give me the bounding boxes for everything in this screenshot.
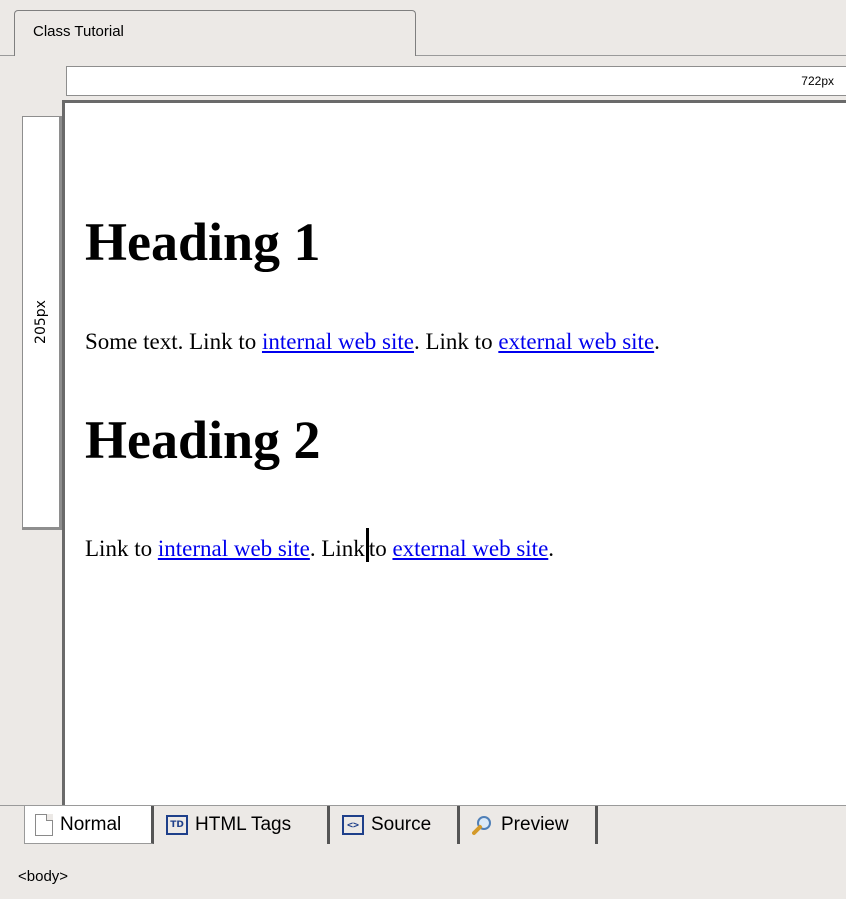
- external-link-1[interactable]: external web site: [498, 329, 654, 354]
- status-bar: <body>: [0, 852, 846, 899]
- paragraph-2-text-a: Link to: [85, 536, 158, 561]
- magnifier-icon: [472, 816, 491, 835]
- paragraph-1-text-a: Some text. Link to: [85, 329, 262, 354]
- height-label: 205px: [33, 300, 49, 344]
- paragraph-1[interactable]: Some text. Link to internal web site. Li…: [85, 329, 660, 355]
- paragraph-2-text-d: .: [548, 536, 555, 561]
- document-tab-title: Class Tutorial: [33, 23, 124, 40]
- internal-link-1[interactable]: internal web site: [262, 329, 414, 354]
- source-code-icon: <>: [342, 815, 364, 835]
- tab-source[interactable]: <> Source: [332, 806, 460, 844]
- external-link-2[interactable]: external web site: [392, 536, 548, 561]
- tab-normal-label: Normal: [60, 813, 122, 835]
- paragraph-2-text-b: . Link: [309, 536, 365, 561]
- tab-preview-label: Preview: [501, 814, 569, 835]
- paragraph-2[interactable]: Link to internal web site. Link to extern…: [85, 528, 554, 562]
- tab-html-tags[interactable]: TD HTML Tags: [156, 806, 330, 844]
- vertical-ruler[interactable]: 205px: [22, 116, 62, 530]
- paragraph-2-text-c: to: [368, 536, 393, 561]
- paragraph-1-text-c: .: [654, 329, 660, 354]
- width-label: 722px: [801, 74, 834, 88]
- document-tab-strip: Class Tutorial: [0, 0, 846, 56]
- tag-path[interactable]: <body>: [18, 868, 68, 885]
- heading-2[interactable]: Heading 2: [85, 409, 321, 471]
- view-mode-tabs: Normal TD HTML Tags <> Source Preview: [0, 805, 846, 849]
- tab-preview[interactable]: Preview: [462, 806, 598, 844]
- page-icon: [35, 813, 53, 836]
- horizontal-ruler[interactable]: 722px: [66, 66, 846, 96]
- design-editor[interactable]: Heading 1 Some text. Link to internal we…: [62, 100, 846, 805]
- paragraph-1-text-b: . Link to: [413, 329, 499, 354]
- internal-link-2[interactable]: internal web site: [158, 536, 310, 561]
- td-icon: TD: [166, 815, 188, 835]
- heading-1[interactable]: Heading 1: [85, 211, 321, 273]
- tab-normal[interactable]: Normal: [24, 806, 154, 844]
- tab-source-label: Source: [371, 814, 432, 835]
- document-tab[interactable]: Class Tutorial: [14, 10, 416, 56]
- tab-html-tags-label: HTML Tags: [195, 814, 292, 835]
